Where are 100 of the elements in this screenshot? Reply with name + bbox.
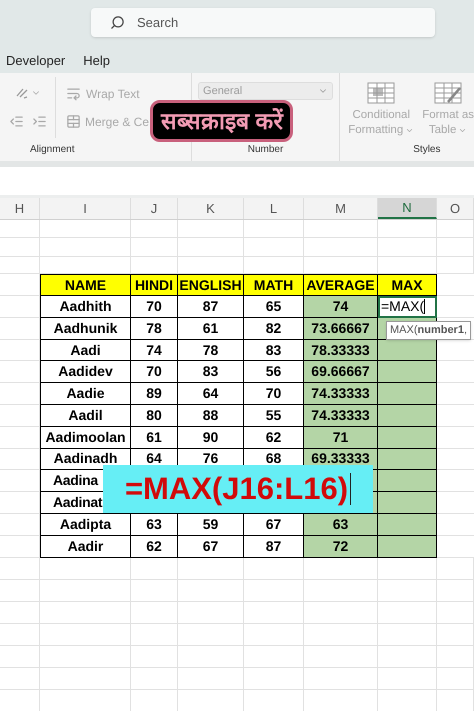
grid-cell[interactable] bbox=[304, 220, 378, 238]
grid-cell[interactable] bbox=[0, 492, 40, 514]
grid-cell[interactable] bbox=[131, 668, 178, 690]
grid-cell[interactable] bbox=[0, 220, 40, 238]
grid-cell[interactable] bbox=[437, 220, 474, 238]
grid-cell[interactable] bbox=[437, 558, 474, 580]
grid-cell[interactable] bbox=[0, 426, 40, 449]
grid-cell[interactable] bbox=[131, 558, 178, 580]
grid-cell[interactable] bbox=[178, 580, 244, 602]
table-cell bbox=[378, 492, 437, 514]
grid-cell[interactable] bbox=[378, 668, 437, 690]
grid-cell[interactable] bbox=[0, 238, 40, 257]
grid-cell[interactable] bbox=[244, 580, 304, 602]
grid-cell[interactable] bbox=[244, 668, 304, 690]
grid-cell[interactable] bbox=[40, 558, 131, 580]
grid-cell[interactable] bbox=[0, 536, 40, 558]
grid-cell[interactable] bbox=[244, 624, 304, 646]
grid-cell[interactable] bbox=[437, 668, 474, 690]
grid-cell[interactable] bbox=[437, 624, 474, 646]
grid-cell[interactable] bbox=[0, 514, 40, 536]
grid-cell[interactable] bbox=[0, 602, 40, 624]
grid-cell[interactable] bbox=[178, 624, 244, 646]
grid-cell[interactable] bbox=[437, 238, 474, 257]
table-cell: 74 bbox=[131, 340, 178, 362]
grid-cell[interactable] bbox=[304, 668, 378, 690]
grid-cell[interactable] bbox=[131, 238, 178, 257]
grid-cell[interactable] bbox=[178, 646, 244, 668]
grid-cell[interactable] bbox=[378, 602, 437, 624]
grid-cell[interactable] bbox=[40, 580, 131, 602]
grid-cell[interactable] bbox=[131, 580, 178, 602]
column-header[interactable]: N bbox=[378, 198, 437, 219]
grid-cell[interactable] bbox=[131, 624, 178, 646]
grid-cell[interactable] bbox=[178, 558, 244, 580]
grid-cell[interactable] bbox=[244, 602, 304, 624]
column-header[interactable]: K bbox=[178, 198, 244, 219]
grid-cell[interactable] bbox=[0, 646, 40, 668]
grid-cell[interactable] bbox=[40, 646, 131, 668]
grid-cell[interactable] bbox=[0, 318, 40, 340]
search-field[interactable]: Search bbox=[91, 8, 435, 37]
increase-indent-icon[interactable] bbox=[32, 114, 46, 129]
name-cell: Aadhith bbox=[40, 296, 131, 318]
grid-cell[interactable] bbox=[378, 646, 437, 668]
grid-cell[interactable] bbox=[304, 558, 378, 580]
column-header[interactable]: O bbox=[437, 198, 474, 219]
grid-cell[interactable] bbox=[437, 602, 474, 624]
column-header[interactable]: I bbox=[40, 198, 131, 219]
grid-cell[interactable] bbox=[178, 220, 244, 238]
column-header[interactable]: H bbox=[0, 198, 40, 219]
grid-cell[interactable] bbox=[131, 602, 178, 624]
grid-cell[interactable] bbox=[304, 580, 378, 602]
grid-cell[interactable] bbox=[40, 220, 131, 238]
function-tooltip: MAX(number1, bbox=[386, 321, 472, 340]
grid-cell[interactable] bbox=[178, 602, 244, 624]
grid-cell[interactable] bbox=[437, 646, 474, 668]
grid-cell[interactable] bbox=[178, 668, 244, 690]
decrease-indent-icon[interactable] bbox=[8, 114, 24, 129]
table-cell bbox=[378, 448, 437, 470]
grid-cell[interactable] bbox=[0, 668, 40, 690]
grid-cell[interactable] bbox=[0, 296, 40, 318]
grid-cell[interactable] bbox=[178, 238, 244, 257]
menu-item[interactable]: Developer bbox=[6, 50, 66, 70]
grid-cell[interactable] bbox=[378, 238, 437, 257]
grid-cell[interactable] bbox=[437, 257, 474, 274]
grid-cell[interactable] bbox=[244, 220, 304, 238]
active-cell[interactable]: =MAX( bbox=[378, 296, 437, 318]
grid-cell[interactable] bbox=[40, 238, 131, 257]
grid-cell[interactable] bbox=[244, 238, 304, 257]
grid-cell[interactable] bbox=[0, 340, 40, 362]
grid-cell[interactable] bbox=[0, 257, 40, 274]
grid-cell[interactable] bbox=[0, 624, 40, 646]
wrap-text-icon bbox=[66, 86, 81, 101]
header-cell: AVERAGE bbox=[304, 274, 378, 296]
grid-cell[interactable] bbox=[0, 448, 40, 470]
grid-cell[interactable] bbox=[40, 624, 131, 646]
grid-cell[interactable] bbox=[304, 238, 378, 257]
grid-cell[interactable] bbox=[131, 646, 178, 668]
orientation-button[interactable] bbox=[14, 86, 40, 100]
grid-cell[interactable] bbox=[131, 220, 178, 238]
grid-cell[interactable] bbox=[244, 646, 304, 668]
column-header[interactable]: J bbox=[131, 198, 178, 219]
grid-cell[interactable] bbox=[0, 470, 40, 492]
grid-cell[interactable] bbox=[0, 558, 40, 580]
grid-cell[interactable] bbox=[40, 668, 131, 690]
grid-cell[interactable] bbox=[0, 404, 40, 427]
grid-cell[interactable] bbox=[378, 220, 437, 238]
merge-cells-icon bbox=[66, 114, 81, 129]
grid-cell[interactable] bbox=[0, 361, 40, 384]
grid-cell[interactable] bbox=[304, 624, 378, 646]
grid-cell[interactable] bbox=[244, 558, 304, 580]
column-header[interactable]: L bbox=[244, 198, 304, 219]
grid-cell[interactable] bbox=[304, 602, 378, 624]
grid-cell[interactable] bbox=[437, 580, 474, 602]
grid-cell[interactable] bbox=[0, 383, 40, 405]
grid-cell[interactable] bbox=[378, 580, 437, 602]
grid-cell[interactable] bbox=[0, 580, 40, 602]
grid-cell[interactable] bbox=[40, 602, 131, 624]
grid-cell[interactable] bbox=[378, 558, 437, 580]
menu-item[interactable]: Help bbox=[83, 50, 110, 70]
grid-cell[interactable] bbox=[378, 624, 437, 646]
grid-cell[interactable] bbox=[304, 646, 378, 668]
